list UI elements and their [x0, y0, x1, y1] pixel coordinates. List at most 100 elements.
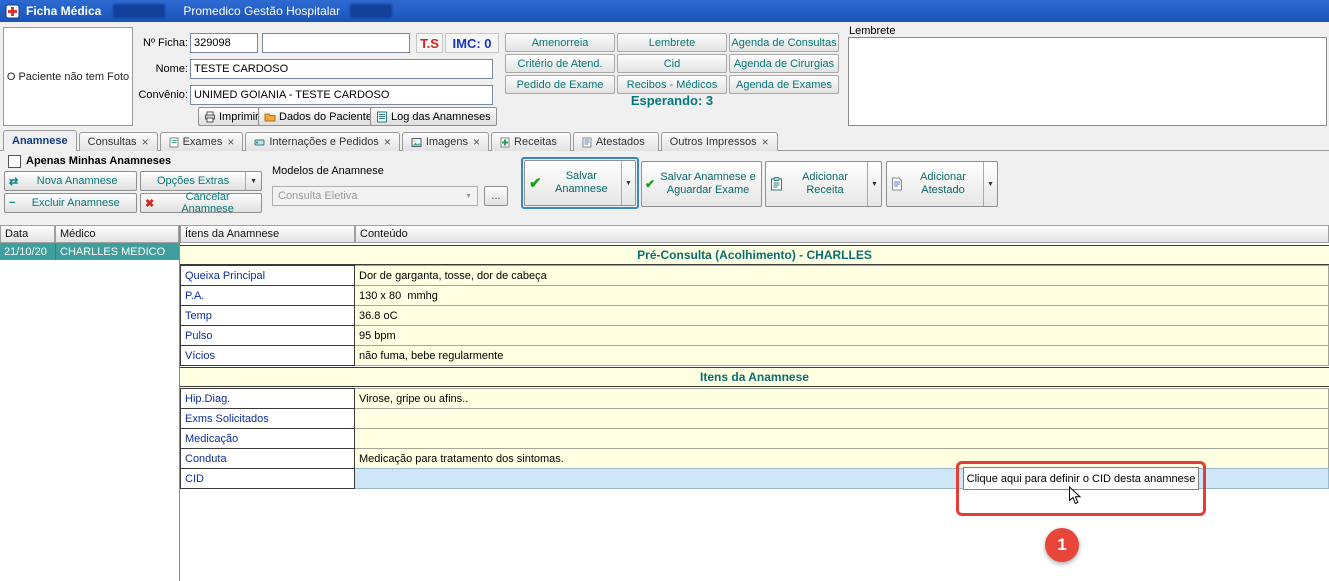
- no-photo-text: O Paciente não tem Foto: [7, 71, 129, 83]
- excluir-anamnese-label: Excluir Anamnese: [19, 197, 132, 209]
- modelo-anamnese-select[interactable]: Consulta Eletiva ▼: [272, 186, 478, 206]
- cancelar-anamnese-label: Cancelar Anamnese: [158, 191, 257, 215]
- anamnese-row: Exms Solicitados: [180, 408, 1329, 429]
- tab-imagens[interactable]: Imagens ×: [402, 132, 489, 151]
- ficha-number-input[interactable]: [190, 33, 258, 53]
- item-pulso[interactable]: Pulso: [180, 325, 355, 346]
- cancelar-anamnese-button[interactable]: ✖ Cancelar Anamnese: [140, 193, 262, 213]
- mouse-cursor: [1068, 486, 1081, 505]
- item-cid[interactable]: CID: [180, 468, 355, 489]
- tab-consultas[interactable]: Consultas ×: [79, 132, 158, 151]
- internacoes-icon: [254, 137, 265, 148]
- patient-name-input[interactable]: [190, 59, 493, 79]
- anamnese-header-content: Conteúdo: [355, 225, 1329, 243]
- ts-button[interactable]: T.S: [416, 33, 443, 53]
- redacted-area: [350, 4, 392, 18]
- item-exms-solicitados[interactable]: Exms Solicitados: [180, 408, 355, 429]
- convenio-input[interactable]: [190, 85, 493, 105]
- folder-icon: [264, 111, 276, 123]
- app-name: Promedico Gestão Hospitalar: [183, 4, 340, 18]
- action-agenda-consultas[interactable]: Agenda de Consultas: [729, 33, 839, 52]
- content-pa[interactable]: 130 x 80 mmhg: [355, 285, 1329, 306]
- item-vicios[interactable]: Vícios: [180, 345, 355, 366]
- printer-icon: [204, 111, 216, 123]
- app-icon: [5, 4, 20, 19]
- tab-atestados[interactable]: Atestados: [573, 132, 659, 151]
- tab-close-icon[interactable]: ×: [762, 135, 769, 149]
- content-temp[interactable]: 36.8 oC: [355, 305, 1329, 326]
- more-label: ...: [491, 190, 500, 202]
- tab-exames[interactable]: Exames ×: [160, 132, 244, 151]
- tab-label: Internações e Pedidos: [269, 136, 378, 148]
- action-agenda-exames[interactable]: Agenda de Exames: [729, 75, 839, 94]
- item-hip-diag[interactable]: Hip.Diag.: [180, 388, 355, 409]
- apenas-minhas-checkbox[interactable]: [8, 155, 21, 168]
- action-recibos-medicos[interactable]: Recibos - Médicos: [617, 75, 727, 94]
- tab-close-icon[interactable]: ×: [384, 135, 391, 149]
- action-cid[interactable]: Cid: [617, 54, 727, 73]
- tab-outros-impressos[interactable]: Outros Impressos ×: [661, 132, 778, 151]
- content-vicios[interactable]: não fuma, bebe regularmente: [355, 345, 1329, 366]
- dropdown-icon[interactable]: ▼: [245, 172, 257, 190]
- salvar-aguardar-exame-button[interactable]: ✔ Salvar Anamnese e Aguardar Exame: [641, 161, 762, 207]
- adicionar-receita-button[interactable]: Adicionar Receita ▼: [765, 161, 882, 207]
- tab-label: Outros Impressos: [670, 136, 757, 148]
- content-queixa-principal[interactable]: Dor de garganta, tosse, dor de cabeça: [355, 265, 1329, 286]
- dropdown-icon[interactable]: ▼: [621, 161, 635, 205]
- content-medicacao[interactable]: [355, 428, 1329, 449]
- nova-anamnese-button[interactable]: ⇄ Nova Anamnese: [4, 171, 137, 191]
- imprimir-button[interactable]: Imprimir: [198, 107, 265, 126]
- apenas-minhas-label: Apenas Minhas Anamneses: [26, 155, 171, 167]
- action-lembrete[interactable]: Lembrete: [617, 33, 727, 52]
- dropdown-icon[interactable]: ▼: [867, 162, 881, 206]
- exames-icon: [169, 137, 179, 148]
- opcoes-extras-button[interactable]: Opções Extras ▼: [140, 171, 262, 191]
- item-temp[interactable]: Temp: [180, 305, 355, 326]
- titlebar: Ficha Médica Promedico Gestão Hospitalar: [0, 0, 1329, 22]
- imagens-icon: [411, 137, 422, 148]
- tab-receitas[interactable]: Receitas: [491, 132, 571, 151]
- history-header-data: Data: [0, 225, 55, 243]
- salvar-anamnese-label: Salvar Anamnese: [542, 170, 621, 196]
- item-conduta[interactable]: Conduta: [180, 448, 355, 469]
- item-pa[interactable]: P.A.: [180, 285, 355, 306]
- receita-icon: [770, 177, 783, 191]
- history-row-medico[interactable]: CHARLLES MEDICO: [55, 243, 179, 260]
- content-exms-solicitados[interactable]: [355, 408, 1329, 429]
- adicionar-atestado-button[interactable]: Adicionar Atestado ▼: [886, 161, 998, 207]
- imc-button[interactable]: IMC: 0: [445, 33, 499, 53]
- patient-photo-placeholder: O Paciente não tem Foto: [3, 27, 133, 126]
- tab-bar: Anamnese Consultas × Exames × Internaçõe…: [3, 130, 778, 151]
- history-row-date[interactable]: 21/10/20: [0, 243, 55, 260]
- log-anamneses-button[interactable]: Log das Anamneses: [370, 107, 497, 126]
- minus-icon: −: [9, 197, 15, 209]
- lembrete-memo[interactable]: [848, 37, 1327, 126]
- tab-close-icon[interactable]: ×: [227, 135, 234, 149]
- salvar-anamnese-focus-ring: ✔ Salvar Anamnese ▼: [521, 157, 639, 209]
- action-agenda-cirurgias[interactable]: Agenda de Cirurgias: [729, 54, 839, 73]
- action-amenorreia[interactable]: Amenorreia: [505, 33, 615, 52]
- history-header-medico: Médico: [55, 225, 179, 243]
- content-pulso[interactable]: 95 bpm: [355, 325, 1329, 346]
- modelo-more-button[interactable]: ...: [484, 186, 508, 206]
- item-medicacao[interactable]: Medicação: [180, 428, 355, 449]
- adicionar-receita-label: Adicionar Receita: [783, 171, 867, 197]
- excluir-anamnese-button[interactable]: − Excluir Anamnese: [4, 193, 137, 213]
- action-criterio-atend[interactable]: Critério de Atend.: [505, 54, 615, 73]
- anamnese-header-items: Ítens da Anamnese: [180, 225, 355, 243]
- dados-paciente-button[interactable]: Dados do Paciente: [258, 107, 378, 126]
- tab-internacoes-pedidos[interactable]: Internações e Pedidos ×: [245, 132, 399, 151]
- adicionar-atestado-label: Adicionar Atestado: [903, 171, 983, 197]
- tab-close-icon[interactable]: ×: [142, 135, 149, 149]
- content-hip-diag[interactable]: Virose, gripe ou afins..: [355, 388, 1329, 409]
- dropdown-icon[interactable]: ▼: [983, 162, 997, 206]
- item-queixa-principal[interactable]: Queixa Principal: [180, 265, 355, 286]
- tab-close-icon[interactable]: ×: [473, 135, 480, 149]
- tab-anamnese[interactable]: Anamnese: [3, 130, 77, 151]
- salvar-anamnese-button[interactable]: ✔ Salvar Anamnese ▼: [524, 160, 636, 206]
- action-pedido-exame[interactable]: Pedido de Exame: [505, 75, 615, 94]
- check-icon: ✔: [645, 177, 655, 191]
- anamnese-row: Vícios não fuma, bebe regularmente: [180, 345, 1329, 366]
- ficha-secondary-input[interactable]: [262, 33, 410, 53]
- tab-label: Receitas: [514, 136, 557, 148]
